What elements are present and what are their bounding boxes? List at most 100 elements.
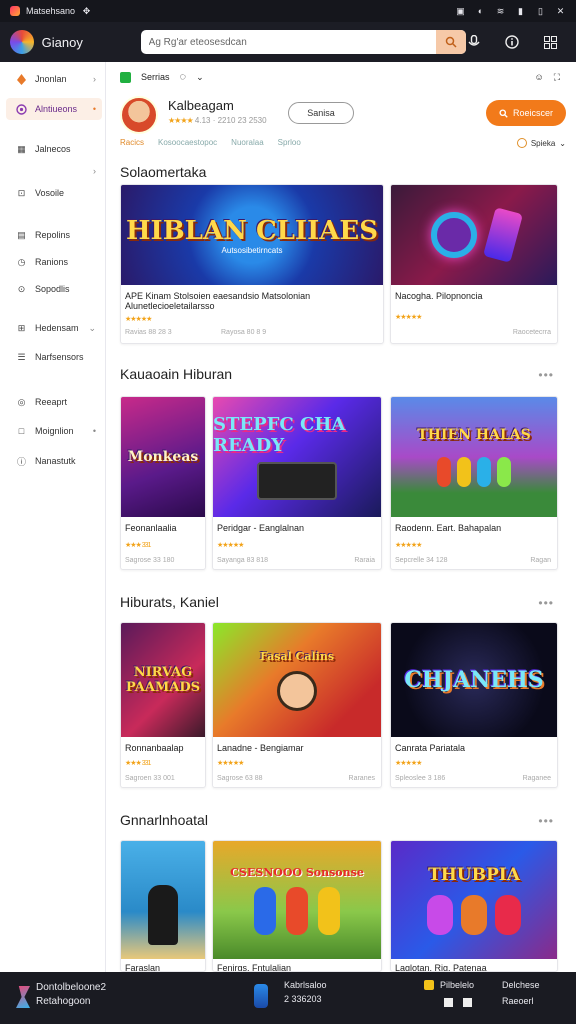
status-green-icon xyxy=(120,71,131,83)
sidebar-item-label: Moignlion xyxy=(35,426,74,436)
follow-button[interactable]: Sanisa xyxy=(288,102,354,124)
more-options-icon[interactable]: ••• xyxy=(538,368,554,382)
chat-icon[interactable]: ◌ xyxy=(180,71,187,83)
avatar[interactable] xyxy=(120,96,158,134)
thumb-title: CSESNOOO Sonsonse xyxy=(230,865,364,879)
game-card[interactable]: Fasal Calins Lanadne - Bengiamar ★★★★★ S… xyxy=(212,622,382,788)
thumb-title: Monkeas xyxy=(127,449,199,465)
card-meta-secondary: Raraia xyxy=(354,557,375,564)
more-options-icon[interactable]: ••• xyxy=(538,596,554,610)
game-card[interactable]: Nacogha. Pilopnoncia ★★★★★ Raocetecrra xyxy=(390,184,558,344)
info-icon[interactable] xyxy=(504,34,520,50)
status-bar: Matsehsano ✥ ▣ ◐ ≋ ▮ ▯ ✕ xyxy=(0,0,576,22)
search-box[interactable] xyxy=(140,30,466,54)
doc-icon: ▤ xyxy=(17,229,26,240)
card-stars: ★★★★★ xyxy=(125,316,152,323)
profile-meta-text: 4.13 · 2210 23 2530 xyxy=(194,116,267,125)
clock-icon: ◷ xyxy=(17,256,26,267)
sidebar-item-hedensam[interactable]: ⊞ Hedensam ⌄ xyxy=(6,317,102,339)
device-icon[interactable] xyxy=(254,984,268,1008)
sidebar-item-label: Alntiueons xyxy=(35,104,78,114)
sidebar-item-jnonlan[interactable]: Jnonlan › xyxy=(6,68,102,90)
search-icon xyxy=(499,108,508,118)
card-thumbnail: THIEN HALAS xyxy=(391,397,557,517)
sidebar-item-narfsensors[interactable]: ☰ Narfsensors xyxy=(6,346,102,368)
thumb-title: HIBLAN CLIIAES xyxy=(125,215,379,246)
profile-link[interactable]: Sprloo xyxy=(278,138,301,147)
sidebar-item-ranions[interactable]: ◷ Ranions xyxy=(6,251,102,273)
sidebar-item-label: Jalnecos xyxy=(35,144,71,154)
stop-icon[interactable] xyxy=(444,998,453,1007)
search-input[interactable] xyxy=(140,36,436,48)
game-card[interactable]: STEPFC CHA READY Peridgar - Eanglalnan ★… xyxy=(212,396,382,570)
game-card[interactable]: THUBPIA Laglotan. Rig. Patenaa xyxy=(390,840,558,972)
bottom-right-status[interactable]: Pilbelelo xyxy=(424,980,474,990)
game-card[interactable]: Monkeas Feonanlaalia ★★★ 331 Sagrose 33 … xyxy=(120,396,206,570)
card-thumbnail: STEPFC CHA READY xyxy=(213,397,381,517)
game-card[interactable]: Faraslan xyxy=(120,840,206,972)
sidebar-item-label: Hedensam xyxy=(35,323,79,333)
sidebar-item-sopodlis[interactable]: ⊙ Sopodlis xyxy=(6,278,102,300)
sort-control[interactable]: Spieka ⌄ xyxy=(516,138,566,148)
sidebar-item-jalnecos[interactable]: ▦ Jalnecos xyxy=(6,138,102,160)
card-title: Ronnanbaalap xyxy=(125,743,184,753)
window-icon[interactable] xyxy=(463,998,472,1007)
gauge-icon: ◎ xyxy=(17,396,26,407)
profile-link[interactable]: Nuoralaa xyxy=(231,138,263,147)
thumb-title: THIEN HALAS xyxy=(417,427,531,443)
sidebar-item-repolins[interactable]: ▤ Repolins xyxy=(6,224,102,246)
game-card[interactable]: NIRVAG PAAMADS Ronnanbaalap ★★★ 331 Sagr… xyxy=(120,622,206,788)
profile-link[interactable]: Racics xyxy=(120,138,144,147)
apps-grid-icon[interactable] xyxy=(542,34,558,50)
card-meta-secondary: Ragan xyxy=(530,557,551,564)
section-title: Kauaoain Hiburan xyxy=(120,366,233,382)
search-button[interactable] xyxy=(436,30,466,54)
card-meta: Sepcrelle 34 128 xyxy=(395,557,448,564)
primary-cta-button[interactable]: Roeicscer xyxy=(486,100,566,126)
profile-link[interactable]: Kosoocaestopoc xyxy=(158,138,217,147)
dot-icon: • xyxy=(92,426,96,436)
main-content: Serrias ◌ ⌄ ☺ ⛶ Kalbeagam ★★★★ 4.13 · 22… xyxy=(106,62,576,972)
sidebar-item-moignlion[interactable]: □ Moignlion • xyxy=(6,420,102,442)
sidebar-item-label: Ranions xyxy=(35,257,69,267)
sidebar-item-alntiueons[interactable]: Alntiueons • xyxy=(6,98,102,120)
bottom-logo-icon[interactable] xyxy=(16,986,30,1008)
card-title: Fenirgs, Fntulalian xyxy=(217,963,292,972)
sidebar-item-reeaprt[interactable]: ◎ Reeaprt xyxy=(6,391,102,413)
card-thumbnail: NIRVAG PAAMADS xyxy=(121,623,205,737)
chevron-down-icon[interactable]: ⌄ xyxy=(196,72,204,83)
emoji-icon[interactable]: ☺ xyxy=(534,72,543,82)
microphone-icon[interactable] xyxy=(466,34,482,50)
card-meta-secondary: Raocetecrra xyxy=(512,329,551,336)
thumb-title: THUBPIA xyxy=(428,865,520,885)
active-dot-icon: • xyxy=(92,104,96,114)
more-options-icon[interactable]: ••• xyxy=(538,814,554,828)
subtoolbar-label[interactable]: Serrias xyxy=(141,72,170,82)
profile-name: Kalbeagam xyxy=(168,98,234,113)
game-card[interactable]: THIEN HALAS Raodenn. Eart. Bahapalan ★★★… xyxy=(390,396,558,570)
top-bar: Gianoy xyxy=(0,22,576,62)
gadget-disc-icon xyxy=(431,212,477,258)
thumb-title: Fasal Calins xyxy=(259,649,335,663)
wifi-icon: ≋ xyxy=(496,5,505,16)
sidebar-item-nanastutk[interactable]: ⓘ Nanastutk xyxy=(6,450,102,472)
card-title: APE Kinam Stolsoien eaesandsio Matsoloni… xyxy=(125,291,311,311)
card-title: Lanadne - Bengiamar xyxy=(217,743,304,753)
search-icon xyxy=(445,36,457,48)
sidebar-item-vosoile[interactable]: ⊡ Vosoile xyxy=(6,182,102,204)
app-logo[interactable] xyxy=(10,30,34,54)
card-title: Feonanlaalia xyxy=(125,523,177,533)
card-stars: ★★★ 331 xyxy=(125,542,151,549)
bottom-right-line4[interactable]: Raeoerl xyxy=(502,996,534,1006)
users-icon: ⊞ xyxy=(17,322,26,333)
bottom-right-line3[interactable]: Delchese xyxy=(502,980,540,990)
expand-icon[interactable]: ⛶ xyxy=(554,72,560,83)
game-card[interactable]: CSESNOOO Sonsonse Fenirgs, Fntulalian xyxy=(212,840,382,972)
game-card[interactable]: HIBLAN CLIIAES Autsosibetirncats APE Kin… xyxy=(120,184,384,344)
close-icon[interactable]: ✕ xyxy=(555,6,566,17)
game-card[interactable]: CHJANEHS Canrata Pariatala ★★★★★ Spleosl… xyxy=(390,622,558,788)
phone-icon xyxy=(483,207,523,263)
bottom-bar: Dontolbeloone2 Retahogoon Kabrlsaloo 2 3… xyxy=(0,972,576,1024)
sidebar-item-expander[interactable]: › xyxy=(6,160,102,182)
card-meta: Sagroen 33 001 xyxy=(125,775,175,782)
